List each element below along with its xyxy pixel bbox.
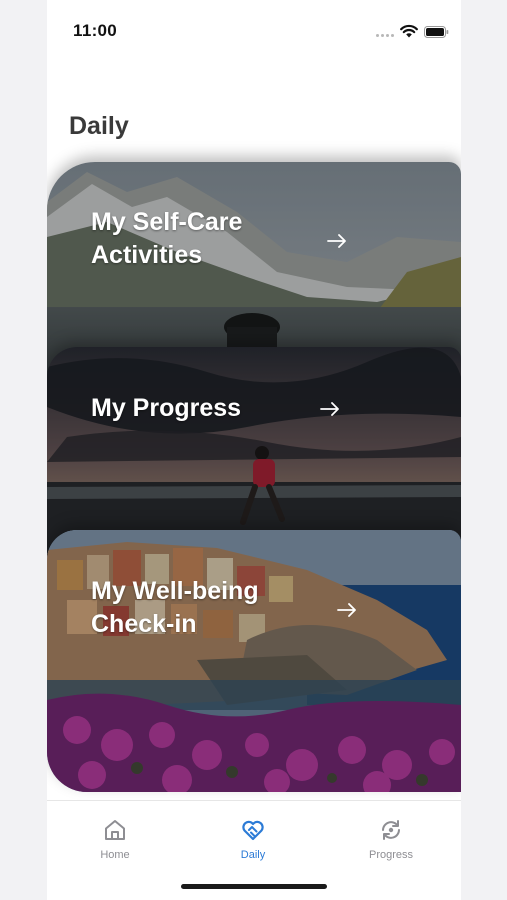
card-my-progress[interactable]: My Progress (47, 347, 461, 557)
heart-handshake-icon (242, 820, 264, 841)
card-label: My Progress (91, 394, 242, 422)
battery-icon (424, 26, 449, 38)
refresh-eye-icon (382, 820, 400, 840)
card-well-being-check-in[interactable]: My Well-being Check-in (47, 530, 461, 792)
card-label: My Well-being Check-in (91, 577, 259, 638)
tab-label: Home (100, 849, 130, 861)
arrow-right-icon (320, 402, 339, 416)
arrow-right-icon (327, 234, 346, 248)
wifi-icon (400, 24, 418, 38)
signal-icon (376, 34, 394, 37)
tab-label: Progress (368, 849, 414, 861)
card-list: My Self-Care Activities My Progress My W… (47, 162, 461, 792)
tab-progress[interactable]: Progress (341, 817, 441, 861)
tab-home[interactable]: Home (65, 817, 165, 861)
home-indicator (181, 884, 327, 889)
page-title: Daily (69, 112, 129, 140)
phone-screen: 11:00 Daily My Self-Care Activities My P… (47, 0, 461, 900)
arrow-right-icon (337, 603, 356, 617)
home-icon (105, 820, 125, 840)
tab-daily[interactable]: Daily (203, 817, 303, 861)
card-label: My Self-Care Activities (91, 208, 243, 269)
tab-label: Daily (240, 849, 266, 861)
status-time: 11:00 (73, 21, 118, 40)
status-bar: 11:00 (47, 0, 461, 60)
